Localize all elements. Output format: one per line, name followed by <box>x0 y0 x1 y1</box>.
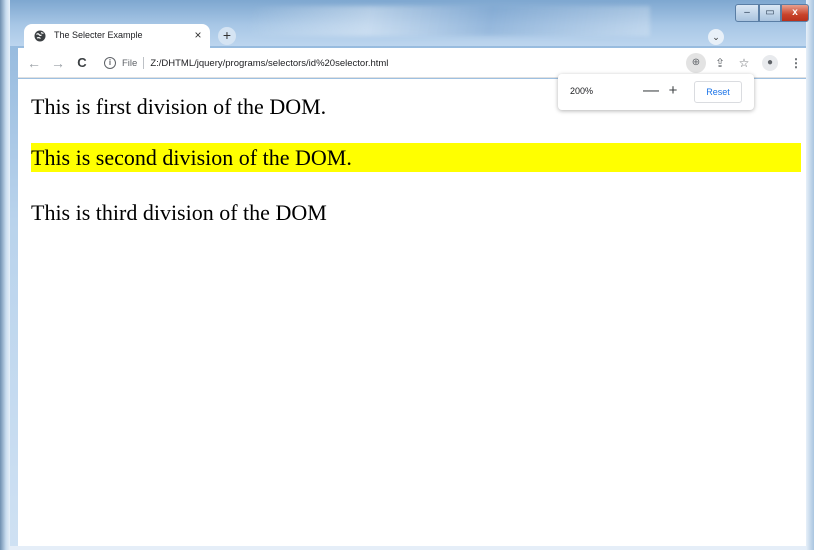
minimize-button[interactable]: – <box>735 4 759 22</box>
window-controls: – ▭ x <box>735 4 809 22</box>
bookmark-star-icon[interactable]: ☆ <box>736 55 752 71</box>
zoom-in-button[interactable]: + <box>666 81 680 101</box>
page-content: This is first division of the DOM. This … <box>18 79 806 550</box>
new-tab-button[interactable]: + <box>218 27 236 45</box>
url-text[interactable]: Z:/DHTML/jquery/programs/selectors/id%20… <box>150 58 388 69</box>
zoom-popup: 200% — + Reset <box>558 74 754 110</box>
back-icon[interactable]: ← <box>26 55 42 71</box>
address-separator <box>143 57 145 69</box>
zoom-level: 200% <box>570 86 594 96</box>
close-window-button[interactable]: x <box>781 4 809 22</box>
window-right-edge <box>806 0 814 550</box>
profile-icon[interactable]: ● <box>762 55 778 71</box>
blurred-tab-area <box>250 6 650 36</box>
share-icon[interactable]: ⇪ <box>712 55 728 71</box>
reload-icon[interactable]: C <box>74 55 90 71</box>
scheme-label: File <box>122 57 138 69</box>
maximize-button[interactable]: ▭ <box>759 4 781 22</box>
second-division-highlighted: This is second division of the DOM. <box>31 143 801 172</box>
third-division: This is third division of the DOM <box>31 200 327 225</box>
tab-close-icon[interactable]: × <box>191 28 205 42</box>
menu-icon[interactable]: ⋮ <box>788 55 804 71</box>
globe-icon <box>34 30 46 42</box>
forward-icon[interactable]: → <box>50 55 66 71</box>
address-bar[interactable]: i File Z:/DHTML/jquery/programs/selector… <box>98 52 678 74</box>
zoom-icon[interactable]: ⊕ <box>686 53 706 73</box>
zoom-reset-button[interactable]: Reset <box>694 81 742 103</box>
window-left-edge <box>0 0 10 550</box>
first-division: This is first division of the DOM. <box>31 94 327 119</box>
tab-search-button[interactable]: ⌄ <box>708 29 724 45</box>
tab-title: The Selecter Example <box>54 30 143 40</box>
browser-tab[interactable]: The Selecter Example × <box>24 24 210 48</box>
window-bottom-edge <box>10 546 806 550</box>
zoom-out-button[interactable]: — <box>643 81 659 101</box>
info-icon[interactable]: i <box>104 57 116 69</box>
